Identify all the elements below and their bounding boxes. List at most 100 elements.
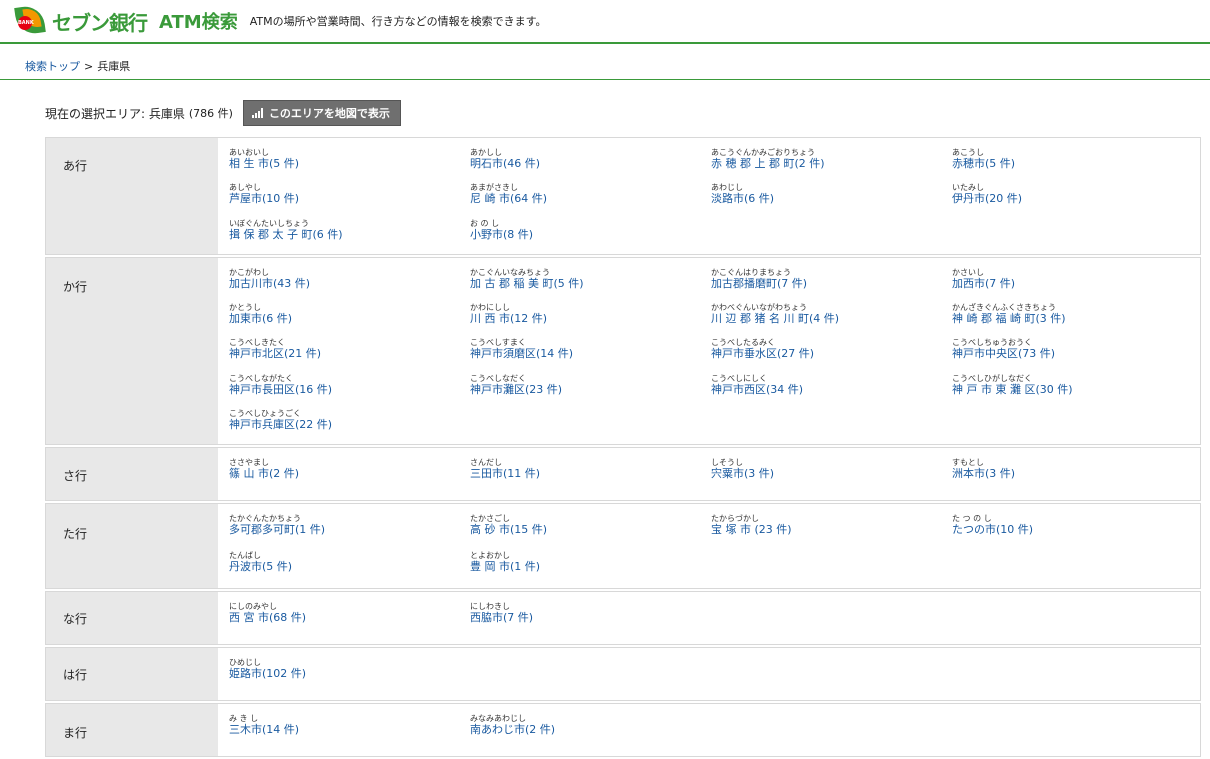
- municipality-name[interactable]: 豊 岡 市(1 件): [470, 560, 711, 574]
- municipality-link[interactable]: にしわきし 西脇市(7 件): [470, 602, 711, 630]
- breadcrumb-current: 兵庫県: [97, 60, 131, 73]
- municipality-name[interactable]: 揖 保 郡 太 子 町(6 件): [229, 228, 470, 242]
- municipality-name[interactable]: 加西市(7 件): [952, 277, 1193, 291]
- municipality-name[interactable]: 高 砂 市(15 件): [470, 523, 711, 537]
- municipality-name[interactable]: 加古川市(43 件): [229, 277, 470, 291]
- municipality-link[interactable]: た つ の したつの市(10 件): [952, 514, 1193, 542]
- municipality-name[interactable]: 伊丹市(20 件): [952, 192, 1193, 206]
- municipality-link[interactable]: かさいし 加西市(7 件): [952, 268, 1193, 296]
- municipality-link[interactable]: こうべしすまく 神戸市須磨区(14 件): [470, 338, 711, 366]
- municipality-name[interactable]: 赤 穂 郡 上 郡 町(2 件): [711, 157, 952, 171]
- municipality-name[interactable]: 尼 崎 市(64 件): [470, 192, 711, 206]
- breadcrumb-top-link[interactable]: 検索トップ: [25, 58, 80, 74]
- municipality-link[interactable]: こうべしひょうごく 神戸市兵庫区(22 件): [229, 409, 470, 437]
- municipality-link[interactable]: かわにしし川 西 市(12 件): [470, 303, 711, 331]
- municipality-link[interactable]: たかさごし高 砂 市(15 件): [470, 514, 711, 542]
- municipality-link[interactable]: かこぐんいなみちょう加 古 郡 稲 美 町(5 件): [470, 268, 711, 296]
- municipality-link[interactable]: こうべしちゅうおうく 神戸市中央区(73 件): [952, 338, 1193, 366]
- municipality-name[interactable]: 加古郡播磨町(7 件): [711, 277, 952, 291]
- municipality-name[interactable]: 神戸市長田区(16 件): [229, 383, 470, 397]
- selected-area-label: 現在の選択エリア: 兵庫県: [45, 106, 185, 121]
- municipality-name[interactable]: 神戸市中央区(73 件): [952, 347, 1193, 361]
- municipality-link[interactable]: いぼぐんたいしちょう揖 保 郡 太 子 町(6 件): [229, 219, 470, 247]
- municipality-link[interactable]: かこがわし 加古川市(43 件): [229, 268, 470, 296]
- municipality-reading: さんだし: [470, 458, 502, 467]
- municipality-name[interactable]: 西 宮 市(68 件): [229, 611, 470, 625]
- municipality-link[interactable]: たかぐんたかちょう 多可郡多可町(1 件): [229, 514, 470, 542]
- municipality-name[interactable]: 川 辺 郡 猪 名 川 町(4 件): [711, 312, 952, 326]
- municipality-link[interactable]: あこうし 赤穂市(5 件): [952, 148, 1193, 176]
- municipality-name[interactable]: 神戸市垂水区(27 件): [711, 347, 952, 361]
- municipality-name[interactable]: 丹波市(5 件): [229, 560, 470, 574]
- area-row: あ行 あいおいし相 生 市(5 件) あかしし 明石市(46 件) あこうぐんかみごおり…: [45, 137, 1201, 255]
- municipality-name[interactable]: 川 西 市(12 件): [470, 312, 711, 326]
- municipality-link[interactable]: さんだし 三田市(11 件): [470, 458, 711, 486]
- municipality-link[interactable]: あわじし 淡路市(6 件): [711, 183, 952, 211]
- municipality-link[interactable]: かんざきぐんふくさきちょう神 崎 郡 福 崎 町(3 件): [952, 303, 1193, 331]
- municipality-name[interactable]: 三田市(11 件): [470, 467, 711, 481]
- municipality-link[interactable]: しそうし 宍粟市(3 件): [711, 458, 952, 486]
- municipality-name[interactable]: 相 生 市(5 件): [229, 157, 470, 171]
- municipality-link[interactable]: こうべしにしく 神戸市西区(34 件): [711, 374, 952, 402]
- municipality-name[interactable]: 宍粟市(3 件): [711, 467, 952, 481]
- municipality-link[interactable]: いたみし 伊丹市(20 件): [952, 183, 1193, 211]
- municipality-name[interactable]: 淡路市(6 件): [711, 192, 952, 206]
- municipality-name[interactable]: 南あわじ市(2 件): [470, 723, 711, 737]
- municipality-link[interactable]: とよおかし豊 岡 市(1 件): [470, 551, 711, 579]
- municipality-link[interactable]: こうべしたるみく 神戸市垂水区(27 件): [711, 338, 952, 366]
- municipality-link[interactable]: あしやし 芦屋市(10 件): [229, 183, 470, 211]
- municipality-link[interactable]: たからづかし宝 塚 市 (23 件): [711, 514, 952, 542]
- municipality-name[interactable]: 芦屋市(10 件): [229, 192, 470, 206]
- municipality-link[interactable]: あかしし 明石市(46 件): [470, 148, 711, 176]
- municipality-reading: にしわきし: [470, 602, 510, 611]
- municipality-reading: かわにしし: [470, 303, 510, 313]
- municipality-link[interactable]: あいおいし相 生 市(5 件): [229, 148, 470, 176]
- municipality-name[interactable]: 神戸市須磨区(14 件): [470, 347, 711, 361]
- municipality-name[interactable]: 宝 塚 市 (23 件): [711, 523, 952, 537]
- area-row: は行 ひめじし 姫路市(102 件): [45, 647, 1201, 701]
- municipality-link[interactable]: かとうし 加東市(6 件): [229, 303, 470, 331]
- area-row-heading: あ行: [46, 138, 218, 254]
- municipality-name[interactable]: 明石市(46 件): [470, 157, 711, 171]
- municipality-link[interactable]: あまがさきし尼 崎 市(64 件): [470, 183, 711, 211]
- municipality-link[interactable]: み き し三木市(14 件): [229, 714, 470, 742]
- municipality-link[interactable]: こうべしきたく 神戸市北区(21 件): [229, 338, 470, 366]
- show-map-button[interactable]: このエリアを地図で表示: [242, 100, 401, 126]
- municipality-name[interactable]: 多可郡多可町(1 件): [229, 523, 470, 537]
- municipality-name[interactable]: 加 古 郡 稲 美 町(5 件): [470, 277, 711, 291]
- municipality-name[interactable]: 加東市(6 件): [229, 312, 470, 326]
- municipality-name[interactable]: 神戸市灘区(23 件): [470, 383, 711, 397]
- municipality-link[interactable]: こうべしなだく 神戸市灘区(23 件): [470, 374, 711, 402]
- municipality-name[interactable]: 洲本市(3 件): [952, 467, 1193, 481]
- municipality-name[interactable]: 姫路市(102 件): [229, 667, 470, 681]
- map-pin-icon: [251, 108, 264, 118]
- municipality-reading: いたみし: [952, 183, 984, 193]
- municipality-name[interactable]: 神 戸 市 東 灘 区(30 件): [952, 383, 1193, 397]
- municipality-name[interactable]: 小野市(8 件): [470, 228, 711, 242]
- municipality-link[interactable]: あこうぐんかみごおりちょう赤 穂 郡 上 郡 町(2 件): [711, 148, 952, 176]
- brand-name[interactable]: セブン銀行: [52, 7, 148, 36]
- municipality-name[interactable]: 神戸市兵庫区(22 件): [229, 418, 470, 432]
- municipality-name[interactable]: 西脇市(7 件): [470, 611, 711, 625]
- municipality-name[interactable]: 篠 山 市(2 件): [229, 467, 470, 481]
- municipality-link[interactable]: ひめじし 姫路市(102 件): [229, 658, 470, 686]
- municipality-link[interactable]: こうべしながたく 神戸市長田区(16 件): [229, 374, 470, 402]
- municipality-link[interactable]: たんばし 丹波市(5 件): [229, 551, 470, 579]
- municipality-name[interactable]: 三木市(14 件): [229, 723, 470, 737]
- municipality-name[interactable]: 神 崎 郡 福 崎 町(3 件): [952, 312, 1193, 326]
- municipality-link[interactable]: にしのみやし西 宮 市(68 件): [229, 602, 470, 630]
- municipality-link[interactable]: お の し小野市(8 件): [470, 219, 711, 247]
- municipality-link[interactable]: みなみあわじし 南あわじ市(2 件): [470, 714, 711, 742]
- municipality-link[interactable]: かこぐんはりまちょう 加古郡播磨町(7 件): [711, 268, 952, 296]
- municipality-link[interactable]: かわべぐんいながわちょう川 辺 郡 猪 名 川 町(4 件): [711, 303, 952, 331]
- municipality-reading: あかしし: [470, 148, 502, 157]
- municipality-name[interactable]: 赤穂市(5 件): [952, 157, 1193, 171]
- municipality-name[interactable]: たつの市(10 件): [952, 523, 1193, 537]
- municipality-reading: こうべしひょうごく: [229, 408, 301, 418]
- municipality-link[interactable]: こうべしひがしなだく神 戸 市 東 灘 区(30 件): [952, 374, 1193, 402]
- municipality-link[interactable]: ささやまし篠 山 市(2 件): [229, 458, 470, 486]
- municipality-name[interactable]: 神戸市北区(21 件): [229, 347, 470, 361]
- seven-bank-logo-icon[interactable]: BANK: [12, 4, 46, 38]
- municipality-link[interactable]: すもとし 洲本市(3 件): [952, 458, 1193, 486]
- municipality-name[interactable]: 神戸市西区(34 件): [711, 383, 952, 397]
